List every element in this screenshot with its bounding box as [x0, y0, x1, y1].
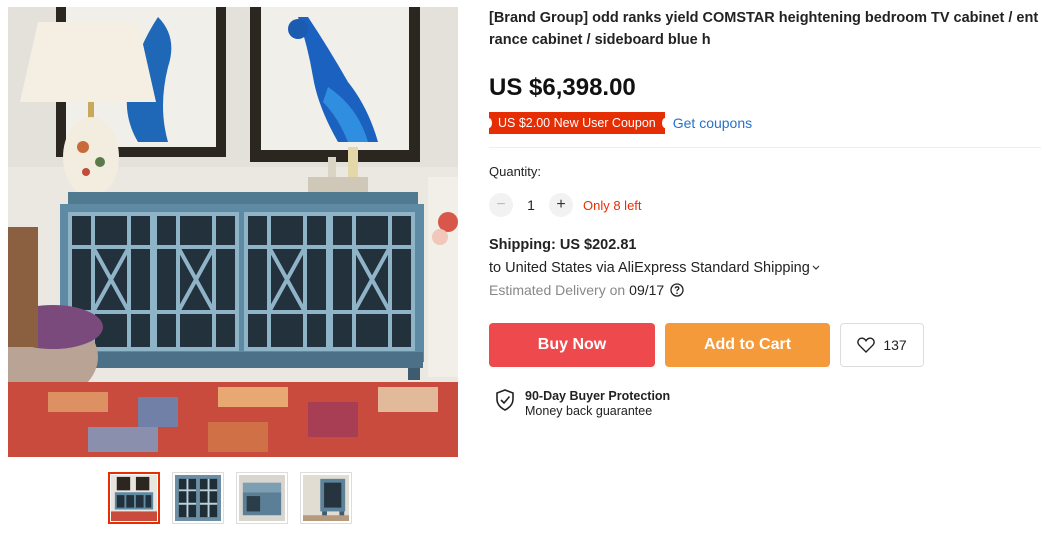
- quantity-decrease-button[interactable]: −: [489, 193, 513, 217]
- purchase-actions: Buy Now Add to Cart 137: [489, 323, 1041, 367]
- product-info: [Brand Group] odd ranks yield COMSTAR he…: [486, 7, 1041, 419]
- shield-check-icon: [496, 389, 514, 411]
- delivery-date: 09/17: [629, 282, 665, 298]
- thumbnail-2-image: [175, 475, 221, 521]
- new-user-coupon-badge[interactable]: US $2.00 New User Coupon: [486, 112, 668, 134]
- quantity-label: Quantity:: [489, 164, 542, 179]
- quantity-increase-button[interactable]: +: [549, 193, 573, 217]
- chevron-down-icon: [812, 265, 820, 271]
- get-coupons-link[interactable]: Get coupons: [673, 115, 752, 131]
- thumbnail-1[interactable]: [108, 472, 160, 524]
- buyer-protection: 90-Day Buyer Protection Money back guara…: [495, 389, 1041, 419]
- wishlist-button[interactable]: 137: [840, 323, 924, 367]
- shipping-cost: Shipping: US $202.81: [489, 237, 637, 253]
- stock-note: Only 8 left: [583, 197, 642, 213]
- protection-subtitle: Money back guarantee: [525, 404, 653, 418]
- divider: [489, 147, 1041, 148]
- thumbnail-gallery: [108, 472, 352, 524]
- wishlist-count: 137: [883, 337, 907, 353]
- delivery-prefix: Estimated Delivery on: [489, 282, 626, 298]
- product-price: US $6,398.00: [489, 74, 636, 101]
- thumbnail-4[interactable]: [300, 472, 352, 524]
- question-circle-icon[interactable]: [670, 283, 684, 297]
- thumbnail-4-image: [303, 475, 349, 521]
- shipping-destination: to United States via AliExpress Standard…: [489, 260, 810, 276]
- cabinet-photo: [8, 7, 458, 457]
- shipping-method-selector[interactable]: to United States via AliExpress Standard…: [489, 258, 1041, 278]
- thumbnail-3-image: [239, 475, 285, 521]
- thumbnail-2[interactable]: [172, 472, 224, 524]
- estimated-delivery: Estimated Delivery on 09/17: [489, 280, 1041, 300]
- product-main-image[interactable]: [8, 7, 458, 457]
- thumbnail-1-image: [111, 475, 157, 521]
- coupon-row: US $2.00 New User Coupon Get coupons: [486, 112, 1041, 134]
- quantity-value[interactable]: 1: [513, 197, 549, 213]
- product-title: [Brand Group] odd ranks yield COMSTAR he…: [489, 10, 1039, 48]
- quantity-stepper: − 1 + Only 8 left: [489, 192, 1041, 218]
- protection-title: 90-Day Buyer Protection: [525, 389, 671, 403]
- thumbnail-3[interactable]: [236, 472, 288, 524]
- heart-icon: [857, 337, 876, 353]
- buy-now-button[interactable]: Buy Now: [489, 323, 655, 367]
- add-to-cart-button[interactable]: Add to Cart: [665, 323, 830, 367]
